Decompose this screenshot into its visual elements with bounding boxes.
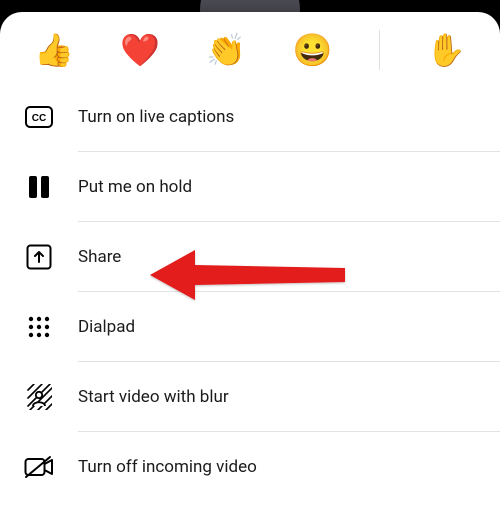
- menu-item-captions[interactable]: CC Turn on live captions: [0, 82, 500, 152]
- call-actions-sheet: 👍 ❤️ 👏 😀 ✋ CC Turn on live captions Put …: [0, 12, 500, 517]
- reaction-laugh[interactable]: 😀: [293, 34, 333, 66]
- menu-item-label: Put me on hold: [78, 177, 192, 197]
- captions-icon: CC: [24, 102, 54, 132]
- reaction-raise-hand[interactable]: ✋: [426, 34, 466, 66]
- reaction-like[interactable]: 👍: [34, 34, 74, 66]
- pause-icon: [24, 172, 54, 202]
- menu-list: CC Turn on live captions Put me on hold …: [0, 82, 500, 502]
- menu-item-label: Share: [78, 247, 121, 267]
- dialpad-icon: [24, 312, 54, 342]
- menu-item-share[interactable]: Share: [0, 222, 500, 292]
- menu-item-label: Start video with blur: [78, 387, 229, 407]
- menu-item-label: Turn off incoming video: [78, 457, 257, 477]
- video-off-icon: [24, 452, 54, 482]
- menu-item-dialpad[interactable]: Dialpad: [0, 292, 500, 362]
- reactions-bar: 👍 ❤️ 👏 😀 ✋: [0, 12, 500, 82]
- share-icon: [24, 242, 54, 272]
- menu-item-label: Dialpad: [78, 317, 135, 337]
- reactions-divider: [379, 30, 380, 70]
- menu-item-hold[interactable]: Put me on hold: [0, 152, 500, 222]
- menu-item-video-off[interactable]: Turn off incoming video: [0, 432, 500, 502]
- menu-item-label: Turn on live captions: [78, 107, 234, 127]
- menu-item-blur[interactable]: Start video with blur: [0, 362, 500, 432]
- reaction-love[interactable]: ❤️: [120, 34, 160, 66]
- reaction-applause[interactable]: 👏: [206, 34, 246, 66]
- svg-text:CC: CC: [32, 113, 46, 124]
- blur-icon: [24, 382, 54, 412]
